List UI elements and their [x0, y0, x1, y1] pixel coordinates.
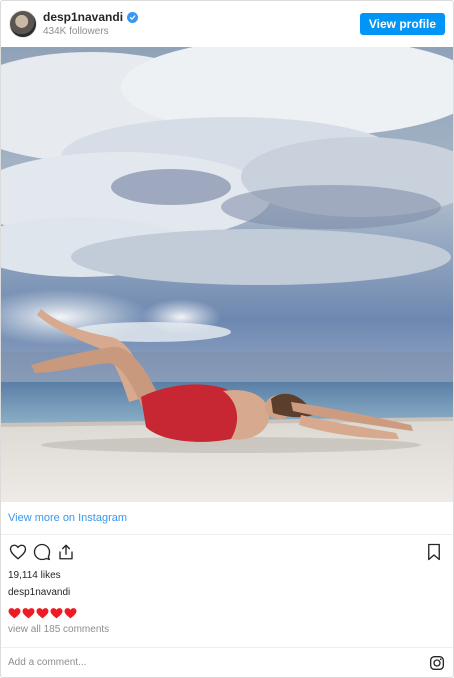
username-row: desp1navandi [43, 10, 139, 25]
view-all-comments-link[interactable]: view all 185 comments [1, 624, 453, 635]
share-icon[interactable] [55, 541, 77, 563]
post-header: desp1navandi 434K followers View profile [1, 1, 453, 47]
view-profile-button[interactable]: View profile [359, 13, 445, 35]
beach-photo-image [1, 47, 453, 502]
bookmark-icon[interactable] [423, 541, 445, 563]
instagram-embed: desp1navandi 434K followers View profile [0, 0, 454, 678]
red-heart-icon [64, 608, 77, 619]
comment-icon[interactable] [31, 541, 53, 563]
red-heart-icon [36, 608, 49, 619]
username-link[interactable]: desp1navandi [43, 10, 123, 25]
red-heart-icon [22, 608, 35, 619]
red-heart-icon [50, 608, 63, 619]
followers-count: 434K followers [43, 25, 109, 37]
caption-username[interactable]: desp1navandi [1, 587, 453, 598]
view-more-bar: View more on Instagram [1, 502, 453, 535]
post-photo[interactable] [1, 47, 453, 502]
heart-icon[interactable] [7, 541, 29, 563]
avatar[interactable] [9, 10, 37, 38]
view-more-link[interactable]: View more on Instagram [8, 512, 127, 524]
likes-count[interactable]: 19,114 likes [1, 570, 453, 581]
comment-bar [1, 647, 453, 677]
verified-badge-icon [127, 12, 139, 24]
caption-emoji [1, 607, 453, 619]
instagram-icon[interactable] [428, 654, 446, 672]
action-bar [1, 535, 453, 569]
user-info: desp1navandi 434K followers [43, 10, 139, 37]
add-comment-input[interactable] [8, 657, 428, 668]
red-heart-icon [8, 608, 21, 619]
